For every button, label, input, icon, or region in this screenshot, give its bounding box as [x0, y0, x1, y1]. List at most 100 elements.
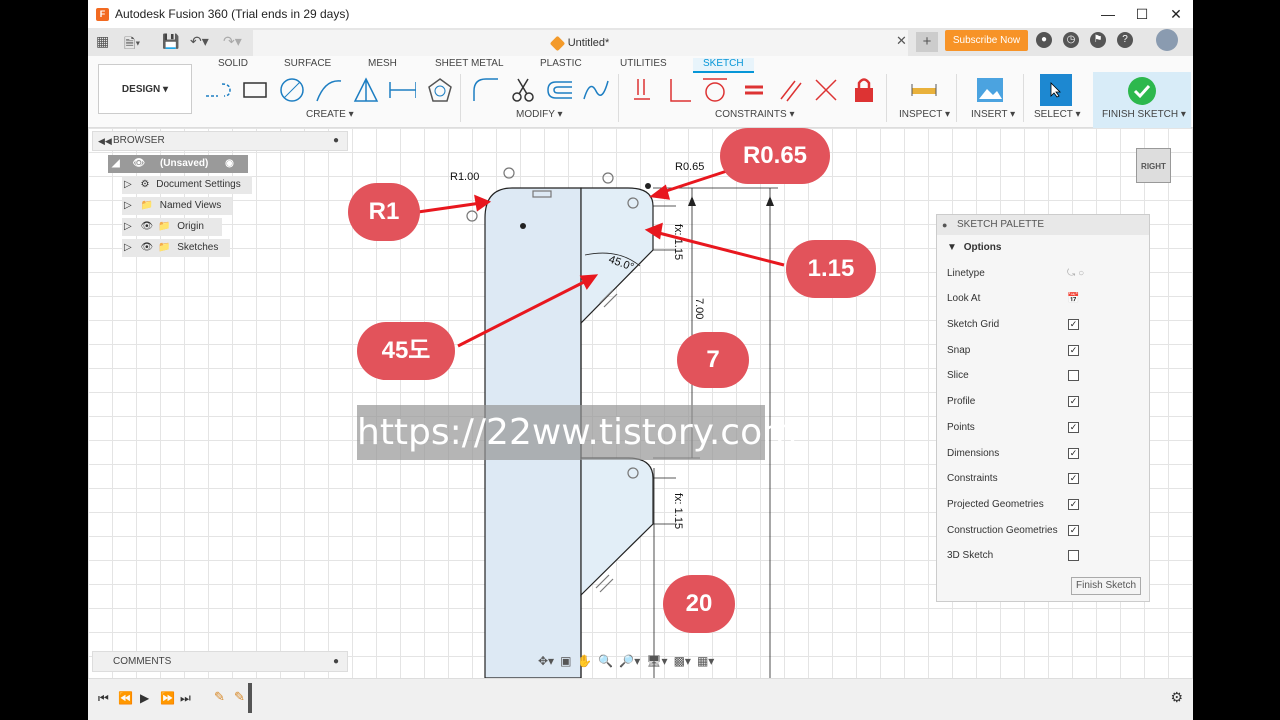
dim-fx-lower[interactable]: fx: 1.15	[672, 493, 684, 529]
file-menu-icon[interactable]: 🗎▾	[124, 33, 140, 57]
subscribe-button[interactable]: Subscribe Now	[945, 30, 1028, 51]
comments-panel[interactable]: COMMENTS ●	[92, 651, 348, 672]
close-window-button[interactable]: ✕	[1159, 0, 1193, 28]
checkbox[interactable]: ✓	[1068, 447, 1079, 459]
tab-sheet-metal[interactable]: SHEET METAL	[435, 58, 504, 69]
create-group-label[interactable]: CREATE ▾	[306, 109, 354, 120]
tab-untitled[interactable]: Untitled*	[253, 30, 908, 56]
grid-settings-icon[interactable]: ▩▾	[674, 654, 691, 668]
eye-hidden-icon[interactable]: 👁	[140, 221, 153, 232]
tab-surface[interactable]: SURFACE	[284, 58, 331, 69]
pan-icon[interactable]: ✋	[577, 654, 592, 668]
expand-icon[interactable]: ▷	[124, 179, 132, 190]
checkbox[interactable]: ✓	[1068, 473, 1079, 485]
checkbox[interactable]: ✓	[1068, 396, 1079, 408]
palette-finish-sketch-button[interactable]: Finish Sketch	[1071, 577, 1141, 595]
select-group-label[interactable]: SELECT ▾	[1034, 109, 1081, 120]
tab-utilities[interactable]: UTILITIES	[620, 58, 667, 69]
tab-mesh[interactable]: MESH	[368, 58, 397, 69]
checkbox[interactable]	[1068, 370, 1079, 382]
sketch-feature-icon[interactable]: ✎	[214, 689, 225, 705]
save-icon[interactable]: 💾	[162, 33, 179, 50]
close-tab-icon[interactable]: ✕	[896, 33, 907, 49]
tree-item-origin[interactable]: ▷ 👁 📁 Origin	[122, 218, 222, 236]
help-icon[interactable]: ?	[1117, 32, 1133, 48]
job-status-icon[interactable]: ◷	[1063, 32, 1079, 48]
sketch-feature-icon[interactable]: ✎	[234, 689, 245, 705]
expand-icon[interactable]: ▷	[124, 200, 132, 211]
modify-group-label[interactable]: MODIFY ▾	[516, 109, 563, 120]
eye-icon[interactable]: 👁	[132, 158, 145, 169]
checkbox[interactable]: ✓	[1068, 421, 1079, 433]
dim-r1[interactable]: R1.00	[450, 171, 479, 183]
coincident-constraint-icon[interactable]	[630, 76, 658, 104]
checkbox[interactable]: ✓	[1068, 498, 1079, 510]
add-comment-icon[interactable]: ●	[333, 652, 339, 671]
dim-fx-upper[interactable]: fx: 1.15	[672, 224, 684, 260]
linetype-icon[interactable]: ⤿ ○	[1067, 265, 1084, 283]
zoom-icon[interactable]: 🔍	[598, 654, 613, 668]
maximize-button[interactable]: ☐	[1125, 0, 1159, 28]
fix-lock-icon[interactable]	[850, 76, 878, 104]
equal-constraint-icon[interactable]	[740, 76, 768, 104]
trim-tool-icon[interactable]	[509, 76, 537, 104]
fillet-tool-icon[interactable]	[472, 76, 500, 104]
dim-7[interactable]: 7.00	[693, 298, 705, 319]
look-at-icon[interactable]: 📅	[1067, 290, 1079, 308]
tangent-constraint-icon[interactable]	[701, 76, 729, 104]
tree-item-named-views[interactable]: ▷ 📁 Named Views	[122, 197, 232, 215]
zoom-window-icon[interactable]: 🔎▾	[619, 654, 640, 668]
checkbox[interactable]: ✓	[1068, 319, 1079, 330]
look-at-icon[interactable]: ▣	[560, 654, 571, 668]
palette-header[interactable]: ● SKETCH PALETTE	[937, 215, 1149, 235]
checkbox[interactable]	[1068, 550, 1079, 562]
checkbox[interactable]: ✓	[1068, 344, 1079, 356]
constraints-group-label[interactable]: CONSTRAINTS ▾	[715, 109, 794, 120]
select-tool-icon[interactable]	[1040, 74, 1072, 106]
arc-tool-icon[interactable]	[315, 76, 343, 104]
checkbox[interactable]: ✓	[1068, 524, 1079, 536]
expand-icon[interactable]: ▷	[124, 242, 132, 253]
play-icon[interactable]: ▶	[140, 691, 149, 705]
timeline-settings-icon[interactable]: ⚙	[1170, 689, 1183, 706]
display-settings-icon[interactable]: 🖥▾	[646, 654, 667, 668]
tab-solid[interactable]: SOLID	[218, 58, 248, 69]
tab-sketch[interactable]: SKETCH	[693, 58, 754, 73]
perpendicular-constraint-icon[interactable]	[666, 76, 694, 104]
options-section[interactable]: ▼ Options	[947, 239, 1142, 257]
previous-step-icon[interactable]: ⏪	[118, 691, 133, 705]
redo-icon[interactable]: ↷▾	[223, 33, 242, 50]
parallel-constraint-icon[interactable]	[776, 76, 804, 104]
expand-icon[interactable]: ◢	[112, 158, 120, 169]
minimize-panel-icon[interactable]: ●	[333, 132, 339, 150]
polygon-tool-icon[interactable]	[352, 76, 380, 104]
tab-plastic[interactable]: PLASTIC	[540, 58, 582, 69]
measure-icon[interactable]	[910, 76, 938, 104]
first-step-icon[interactable]: ⏮	[98, 691, 109, 706]
tree-item-sketches[interactable]: ▷ 👁 📁 Sketches	[122, 239, 230, 257]
grid-menu-icon[interactable]: ▦	[96, 33, 109, 50]
avatar[interactable]	[1156, 29, 1178, 51]
timeline-marker[interactable]	[248, 683, 252, 713]
notifications-icon[interactable]: ⚑	[1090, 32, 1106, 48]
line-tool-icon[interactable]	[204, 76, 232, 104]
horizontal-vertical-constraint-icon[interactable]	[812, 76, 840, 104]
new-tab-button[interactable]: +	[916, 32, 938, 52]
minimize-button[interactable]: —	[1091, 0, 1125, 28]
insert-group-label[interactable]: INSERT ▾	[971, 109, 1015, 120]
viewports-icon[interactable]: ▦▾	[697, 654, 714, 668]
dim-r065[interactable]: R0.65	[675, 161, 704, 173]
next-step-icon[interactable]: ⏩	[160, 691, 175, 705]
collapse-palette-icon[interactable]: ●	[942, 215, 947, 235]
collapse-icon[interactable]: ◀◀	[98, 132, 112, 150]
circle-tool-icon[interactable]	[278, 76, 306, 104]
last-step-icon[interactable]: ⏭	[180, 691, 191, 706]
offset-tool-icon[interactable]	[546, 76, 574, 104]
viewcube[interactable]: RIGHT	[1136, 148, 1171, 183]
slot-tool-icon[interactable]	[388, 76, 416, 104]
tree-item-root[interactable]: ◢ 👁 (Unsaved) ◉	[108, 155, 248, 173]
eye-icon[interactable]: 👁	[140, 242, 153, 253]
finish-sketch-button[interactable]: FINISH SKETCH ▾	[1093, 72, 1191, 128]
inspect-group-label[interactable]: INSPECT ▾	[899, 109, 950, 120]
browser-header[interactable]: ◀◀ BROWSER ●	[92, 131, 348, 151]
